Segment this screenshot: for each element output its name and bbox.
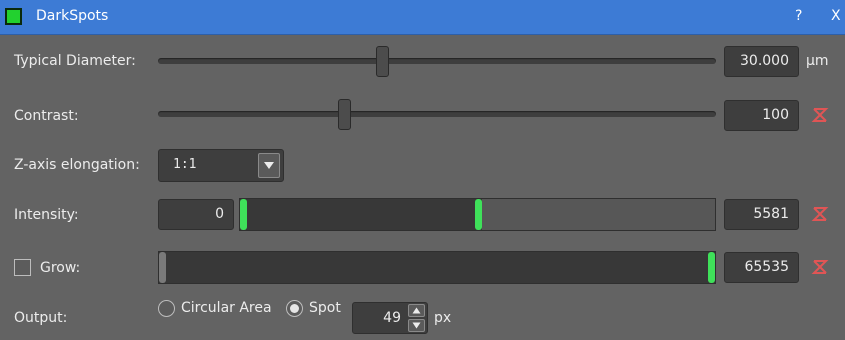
spot-size-value: 49 bbox=[383, 310, 401, 326]
contrast-value-field[interactable]: 100 bbox=[724, 100, 799, 131]
typical-diameter-unit: µm bbox=[806, 53, 829, 69]
grow-max-handle[interactable] bbox=[708, 252, 715, 283]
spin-up-button[interactable] bbox=[408, 304, 425, 317]
intensity-range-unselected bbox=[482, 199, 715, 230]
window-title: DarkSpots bbox=[36, 8, 109, 24]
chevron-up-icon bbox=[412, 307, 421, 314]
intensity-max-field[interactable]: 5581 bbox=[724, 199, 799, 230]
contrast-slider-track[interactable] bbox=[158, 111, 716, 117]
spot-radio[interactable] bbox=[286, 300, 303, 317]
app-icon bbox=[5, 8, 22, 25]
contrast-label: Contrast: bbox=[14, 108, 79, 124]
z-axis-elongation-select[interactable]: 1:1 bbox=[158, 149, 284, 182]
intensity-max-handle[interactable] bbox=[475, 199, 482, 230]
spot-label: Spot bbox=[309, 300, 341, 316]
chevron-down-icon bbox=[264, 162, 274, 169]
z-axis-elongation-value: 1:1 bbox=[173, 157, 197, 172]
chevron-down-icon bbox=[412, 322, 421, 329]
grow-reset-icon[interactable] bbox=[811, 258, 829, 276]
output-label: Output: bbox=[14, 310, 68, 326]
help-button[interactable]: ? bbox=[795, 8, 802, 24]
z-axis-elongation-label: Z-axis elongation: bbox=[14, 157, 140, 173]
grow-checkbox[interactable] bbox=[14, 259, 31, 276]
contrast-reset-icon[interactable] bbox=[811, 106, 829, 124]
grow-value-field[interactable]: 65535 bbox=[724, 252, 799, 283]
spot-size-unit: px bbox=[434, 310, 452, 326]
title-bar: DarkSpots ? X bbox=[0, 0, 845, 35]
intensity-min-handle[interactable] bbox=[240, 199, 247, 230]
typical-diameter-slider-track[interactable] bbox=[158, 58, 716, 64]
intensity-label: Intensity: bbox=[14, 207, 79, 223]
grow-range-selected bbox=[159, 252, 715, 283]
intensity-reset-icon[interactable] bbox=[811, 205, 829, 223]
intensity-min-field[interactable]: 0 bbox=[158, 199, 234, 230]
spot-size-spinbox[interactable]: 49 bbox=[352, 302, 428, 334]
dropdown-button[interactable] bbox=[258, 153, 280, 178]
grow-min-handle[interactable] bbox=[159, 252, 166, 283]
typical-diameter-label: Typical Diameter: bbox=[14, 53, 136, 69]
close-button[interactable]: X bbox=[831, 8, 841, 24]
typical-diameter-slider-handle[interactable] bbox=[376, 46, 389, 77]
spin-down-button[interactable] bbox=[408, 319, 425, 332]
typical-diameter-value-field[interactable]: 30.000 bbox=[724, 46, 799, 77]
circular-area-radio[interactable] bbox=[158, 300, 175, 317]
grow-label: Grow: bbox=[40, 260, 81, 276]
circular-area-label: Circular Area bbox=[181, 300, 272, 316]
intensity-range-selected bbox=[240, 199, 482, 230]
intensity-range-slider[interactable] bbox=[239, 198, 716, 231]
grow-range-slider[interactable] bbox=[158, 251, 716, 284]
contrast-slider-handle[interactable] bbox=[337, 99, 351, 130]
